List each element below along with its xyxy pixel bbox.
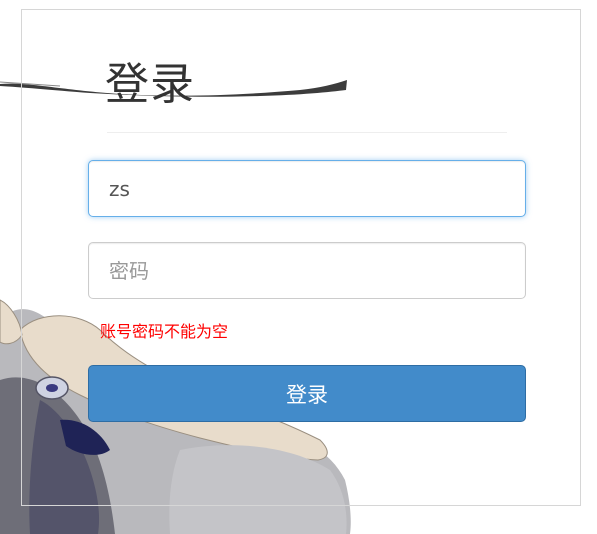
username-input[interactable] [88,160,526,217]
login-page: 登录 账号密码不能为空 登录 [0,0,597,534]
page-title: 登录 [105,59,195,110]
login-button[interactable]: 登录 [88,365,526,422]
error-message: 账号密码不能为空 [100,322,229,341]
title-divider [107,132,507,133]
password-input[interactable] [88,242,526,299]
